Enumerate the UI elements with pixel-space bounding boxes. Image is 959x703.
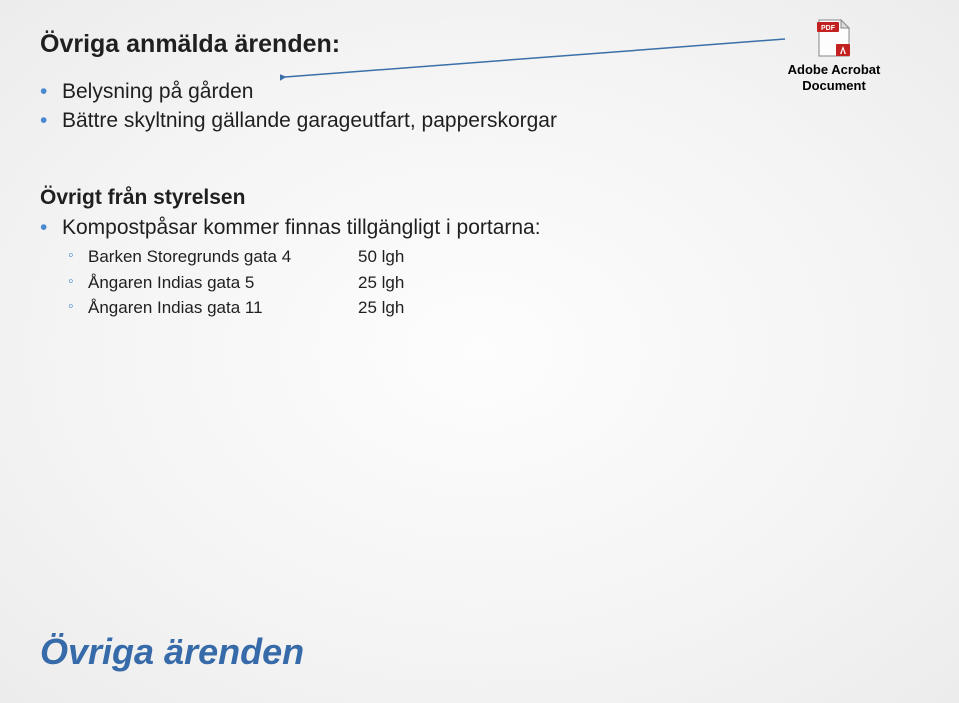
pdf-caption: Adobe Acrobat Document: [769, 62, 899, 93]
address-row: Ångaren Indias gata 11 25 lgh: [62, 295, 919, 321]
address-list: Barken Storegrunds gata 4 50 lgh Ångaren…: [62, 244, 919, 321]
section-heading-board: Övrigt från styrelsen: [40, 186, 919, 210]
list-item: Kompostpåsar kommer finnas tillgängligt …: [40, 214, 919, 321]
address-name: Barken Storegrunds gata 4: [88, 244, 358, 270]
mid-bullet-list: Kompostpåsar kommer finnas tillgängligt …: [40, 214, 919, 321]
address-name: Ångaren Indias gata 11: [88, 295, 358, 321]
address-row: Barken Storegrunds gata 4 50 lgh: [62, 244, 919, 270]
list-item-text: Belysning på gården: [62, 80, 253, 103]
pdf-file-icon: PDF: [816, 18, 852, 58]
address-units: 25 lgh: [358, 295, 404, 321]
svg-text:PDF: PDF: [821, 25, 836, 32]
slide-title: Övriga ärenden: [40, 631, 304, 673]
list-item: Bättre skyltning gällande garageutfart, …: [40, 106, 919, 135]
address-units: 50 lgh: [358, 244, 404, 270]
list-item-text: Kompostpåsar kommer finnas tillgängligt …: [62, 216, 541, 239]
list-item-text: Bättre skyltning gällande garageutfart, …: [62, 109, 557, 132]
address-name: Ångaren Indias gata 5: [88, 270, 358, 296]
pdf-attachment[interactable]: PDF Adobe Acrobat Document: [769, 18, 899, 93]
address-row: Ångaren Indias gata 5 25 lgh: [62, 270, 919, 296]
address-units: 25 lgh: [358, 270, 404, 296]
